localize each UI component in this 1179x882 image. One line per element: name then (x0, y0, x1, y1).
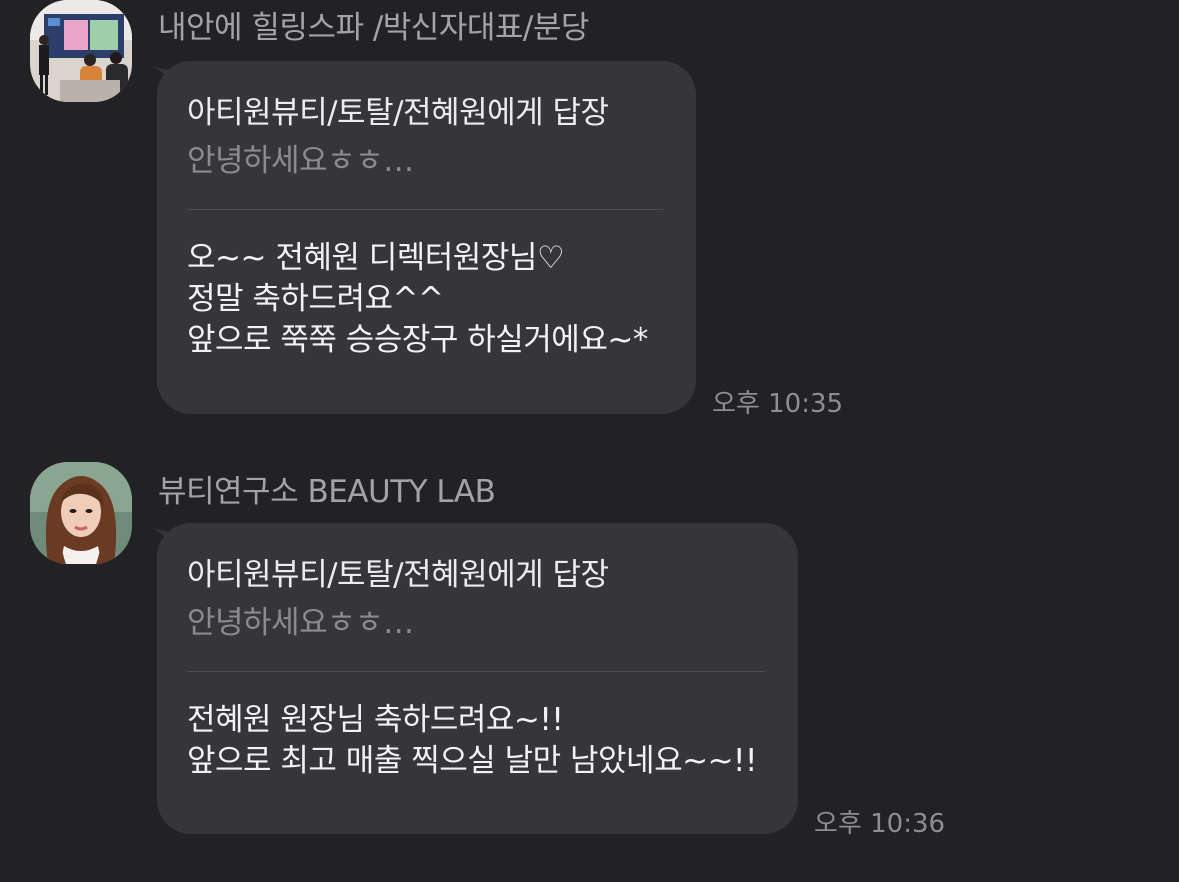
reply-preview: 안녕하세요ㅎㅎ… (187, 143, 414, 179)
message-time: 오후 10:36 (814, 809, 946, 839)
message-line: 앞으로 최고 매출 찍으실 날만 남았네요~~!! (187, 743, 757, 779)
reply-quote[interactable]: 아티원뷰티/토탈/전혜원에게 답장 안녕하세요ㅎㅎ… (187, 91, 666, 183)
message-line: 전혜원 원장님 축하드려요~!! (187, 702, 564, 738)
avatar-image (30, 462, 132, 564)
reply-quote[interactable]: 아티원뷰티/토탈/전혜원에게 답장 안녕하세요ㅎㅎ… (187, 553, 768, 645)
message-text: 전혜원 원장님 축하드려요~!! 앞으로 최고 매출 찍으실 날만 남았네요~~… (187, 700, 768, 782)
reply-title: 아티원뷰티/토탈/전혜원에게 답장 (187, 95, 609, 131)
sender-name[interactable]: 내안에 힐링스파 /박신자대표/분당 (158, 2, 589, 47)
sender-name[interactable]: 뷰티연구소 BEAUTY LAB (158, 466, 496, 511)
message-line: 오~~ 전혜원 디렉터원장님♡ (187, 240, 565, 276)
reply-divider (187, 671, 765, 672)
message-line: 정말 축하드려요^^ (187, 281, 444, 317)
message-time: 오후 10:35 (712, 389, 844, 419)
presentation-photo-avatar[interactable] (30, 0, 132, 102)
reply-title: 아티원뷰티/토탈/전혜원에게 답장 (187, 557, 609, 593)
message-text: 오~~ 전혜원 디렉터원장님♡ 정말 축하드려요^^ 앞으로 쭉쭉 승승장구 하… (187, 238, 666, 361)
message-bubble[interactable]: 아티원뷰티/토탈/전혜원에게 답장 안녕하세요ㅎㅎ… 전혜원 원장님 축하드려요… (157, 523, 798, 834)
reply-divider (187, 209, 663, 210)
woman-portrait-avatar[interactable] (30, 462, 132, 564)
message-bubble[interactable]: 아티원뷰티/토탈/전혜원에게 답장 안녕하세요ㅎㅎ… 오~~ 전혜원 디렉터원장… (157, 61, 696, 414)
avatar-image (30, 0, 132, 102)
reply-preview: 안녕하세요ㅎㅎ… (187, 605, 414, 641)
message-line: 앞으로 쭉쭉 승승장구 하실거에요~* (187, 322, 648, 358)
